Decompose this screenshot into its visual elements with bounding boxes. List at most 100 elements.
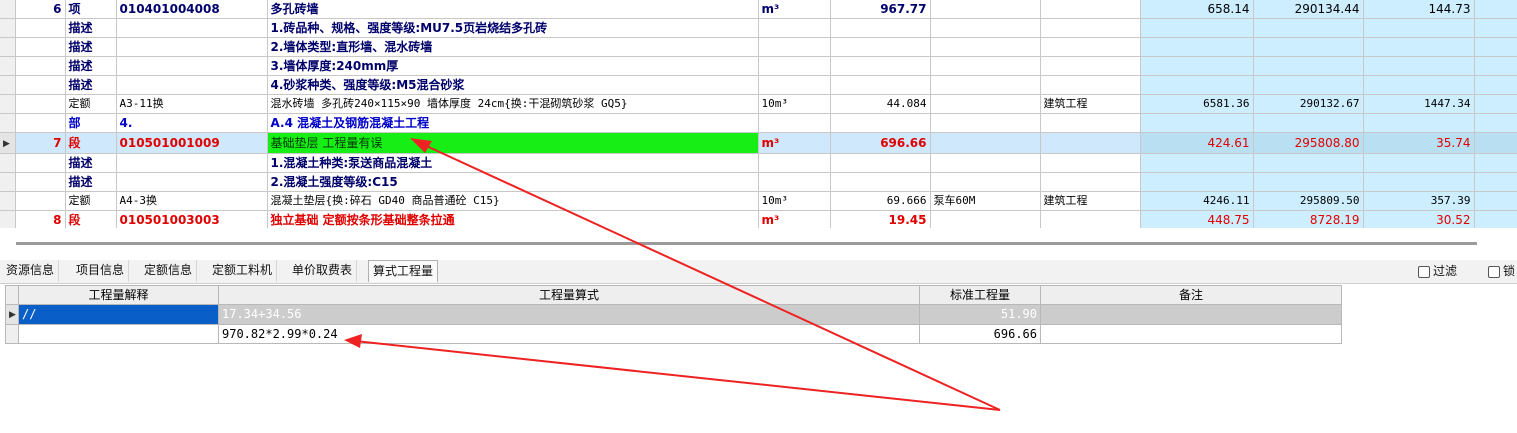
row-name[interactable]: 2.墙体类型:直形墙、混水砖墙 xyxy=(267,37,759,57)
table-row[interactable]: 描述 2.墙体类型:直形墙、混水砖墙 xyxy=(0,37,1517,57)
lock-label: 锁 xyxy=(1503,264,1516,278)
row-name[interactable]: 1.混凝土种类:泵送商品混凝土 xyxy=(267,153,759,173)
table-row[interactable]: 部 4. A.4 混凝土及钢筋混凝土工程 xyxy=(0,113,1517,133)
header-formula[interactable]: 工程量算式 xyxy=(218,285,920,305)
table-row[interactable]: 描述 3.墙体厚度:240mm厚 xyxy=(0,56,1517,76)
row-extra xyxy=(930,56,1041,76)
table-row[interactable]: 8 段 010501003003 独立基础 定额按条形基础整条拉通 m³ 19.… xyxy=(0,210,1517,230)
explanation-cell[interactable] xyxy=(18,324,219,344)
filter-checkbox[interactable]: 过滤 xyxy=(1418,262,1457,280)
row-name[interactable]: A.4 混凝土及钢筋混凝土工程 xyxy=(267,113,759,133)
scrollbar-track[interactable] xyxy=(16,242,1477,245)
row-code[interactable] xyxy=(116,153,268,173)
row-qty[interactable] xyxy=(830,113,931,133)
row-qty[interactable] xyxy=(830,172,931,192)
formula-row-selected[interactable]: ▶ // 17.34+34.56 51.90 xyxy=(5,304,1342,325)
row-code[interactable] xyxy=(116,56,268,76)
explanation-cell[interactable]: // xyxy=(18,304,219,325)
remark-cell[interactable] xyxy=(1040,324,1342,344)
tab-quota-info[interactable]: 定额信息 xyxy=(140,260,198,282)
row-code[interactable]: A4-3换 xyxy=(116,191,268,211)
row-indicator[interactable] xyxy=(0,210,16,230)
row-code[interactable]: 010401004008 xyxy=(116,0,268,19)
detail-tab-bar: 资源信息 项目信息 定额信息 定额工料机 单价取费表 算式工程量 过滤 锁 xyxy=(0,260,1517,284)
row-field xyxy=(1040,37,1141,57)
row-qty[interactable] xyxy=(830,37,931,57)
row-unit-price xyxy=(1140,18,1254,38)
formula-cell[interactable]: 17.34+34.56 xyxy=(218,304,920,325)
row-qty[interactable] xyxy=(830,153,931,173)
row-qty[interactable] xyxy=(830,56,931,76)
row-qty[interactable]: 19.45 xyxy=(830,210,931,230)
row-code[interactable] xyxy=(116,172,268,192)
row-indicator[interactable] xyxy=(0,75,16,95)
row-unit xyxy=(758,18,831,38)
row-code[interactable] xyxy=(116,37,268,57)
row-field xyxy=(1040,172,1141,192)
row-indicator[interactable] xyxy=(0,18,16,38)
row-indicator[interactable] xyxy=(0,191,16,211)
row-name[interactable]: 混水砖墙 多孔砖240×115×90 墙体厚度 24cm{换:干混砌筑砂浆 GQ… xyxy=(267,94,759,114)
row-qty[interactable] xyxy=(830,75,931,95)
row-qty[interactable] xyxy=(830,18,931,38)
row-indicator[interactable]: ▶ xyxy=(0,132,16,154)
remark-cell[interactable] xyxy=(1040,304,1342,325)
tab-resource-info[interactable]: 资源信息 xyxy=(2,260,60,282)
row-indicator[interactable] xyxy=(0,172,16,192)
horizontal-scrollbar[interactable] xyxy=(0,228,1517,260)
row-qty[interactable]: 967.77 xyxy=(830,0,931,19)
lock-checkbox[interactable]: 锁 xyxy=(1488,262,1515,280)
row-code[interactable]: A3-11换 xyxy=(116,94,268,114)
row-field: 建筑工程 xyxy=(1040,94,1141,114)
table-row[interactable]: 描述 2.混凝土强度等级:C15 xyxy=(0,172,1517,192)
row-type: 段 xyxy=(65,132,117,154)
row-indicator[interactable] xyxy=(0,0,16,19)
row-indicator[interactable] xyxy=(0,153,16,173)
row-code[interactable]: 010501001009 xyxy=(116,132,268,154)
row-total xyxy=(1253,37,1364,57)
header-remark[interactable]: 备注 xyxy=(1040,285,1342,305)
row-unit xyxy=(758,153,831,173)
row-name[interactable]: 独立基础 定额按条形基础整条拉通 xyxy=(267,210,759,230)
row-name[interactable]: 2.混凝土强度等级:C15 xyxy=(267,172,759,192)
table-row[interactable]: 定额 A3-11换 混水砖墙 多孔砖240×115×90 墙体厚度 24cm{换… xyxy=(0,94,1517,114)
row-qty[interactable]: 44.084 xyxy=(830,94,931,114)
row-code[interactable]: 010501003003 xyxy=(116,210,268,230)
tab-quota-materials[interactable]: 定额工料机 xyxy=(208,260,278,282)
row-qty[interactable]: 696.66 xyxy=(830,132,931,154)
row-total xyxy=(1253,18,1364,38)
header-explanation[interactable]: 工程量解释 xyxy=(18,285,219,305)
tab-formula-quantity[interactable]: 算式工程量 xyxy=(368,260,439,282)
table-row[interactable]: 6 项 010401004008 多孔砖墙 m³ 967.77 658.14 2… xyxy=(0,0,1517,19)
row-total xyxy=(1253,56,1364,76)
tab-unit-price-fees[interactable]: 单价取费表 xyxy=(288,260,358,282)
row-indicator[interactable]: ▶ xyxy=(5,304,19,325)
row-name[interactable]: 混凝土垫层{换:碎石 GD40 商品普通砼 C15} xyxy=(267,191,759,211)
row-name[interactable]: 基础垫层 工程量有误 xyxy=(267,132,759,154)
table-row-selected[interactable]: ▶ 7 段 010501001009 基础垫层 工程量有误 m³ 696.66 … xyxy=(0,132,1517,154)
row-name[interactable]: 1.砖品种、规格、强度等级:MU7.5页岩烧结多孔砖 xyxy=(267,18,759,38)
row-indicator[interactable] xyxy=(5,324,19,344)
current-row-arrow-icon: ▶ xyxy=(3,139,10,149)
row-code[interactable] xyxy=(116,75,268,95)
row-seq: 6 xyxy=(15,0,66,19)
row-code[interactable] xyxy=(116,18,268,38)
table-row[interactable]: 描述 1.混凝土种类:泵送商品混凝土 xyxy=(0,153,1517,173)
formula-row[interactable]: 970.82*2.99*0.24 696.66 xyxy=(5,324,1342,344)
formula-cell[interactable]: 970.82*2.99*0.24 xyxy=(218,324,920,344)
row-indicator[interactable] xyxy=(0,56,16,76)
row-name[interactable]: 3.墙体厚度:240mm厚 xyxy=(267,56,759,76)
row-name[interactable]: 4.砂浆种类、强度等级:M5混合砂浆 xyxy=(267,75,759,95)
row-code[interactable]: 4. xyxy=(116,113,268,133)
table-row[interactable]: 描述 1.砖品种、规格、强度等级:MU7.5页岩烧结多孔砖 xyxy=(0,18,1517,38)
row-unit-price xyxy=(1140,37,1254,57)
table-row[interactable]: 定额 A4-3换 混凝土垫层{换:碎石 GD40 商品普通砼 C15} 10m³… xyxy=(0,191,1517,211)
tab-project-info[interactable]: 项目信息 xyxy=(72,260,130,282)
row-indicator[interactable] xyxy=(0,94,16,114)
header-std-qty[interactable]: 标准工程量 xyxy=(919,285,1041,305)
table-row[interactable]: 描述 4.砂浆种类、强度等级:M5混合砂浆 xyxy=(0,75,1517,95)
row-qty[interactable]: 69.666 xyxy=(830,191,931,211)
row-indicator[interactable] xyxy=(0,113,16,133)
row-name[interactable]: 多孔砖墙 xyxy=(267,0,759,19)
row-indicator[interactable] xyxy=(0,37,16,57)
